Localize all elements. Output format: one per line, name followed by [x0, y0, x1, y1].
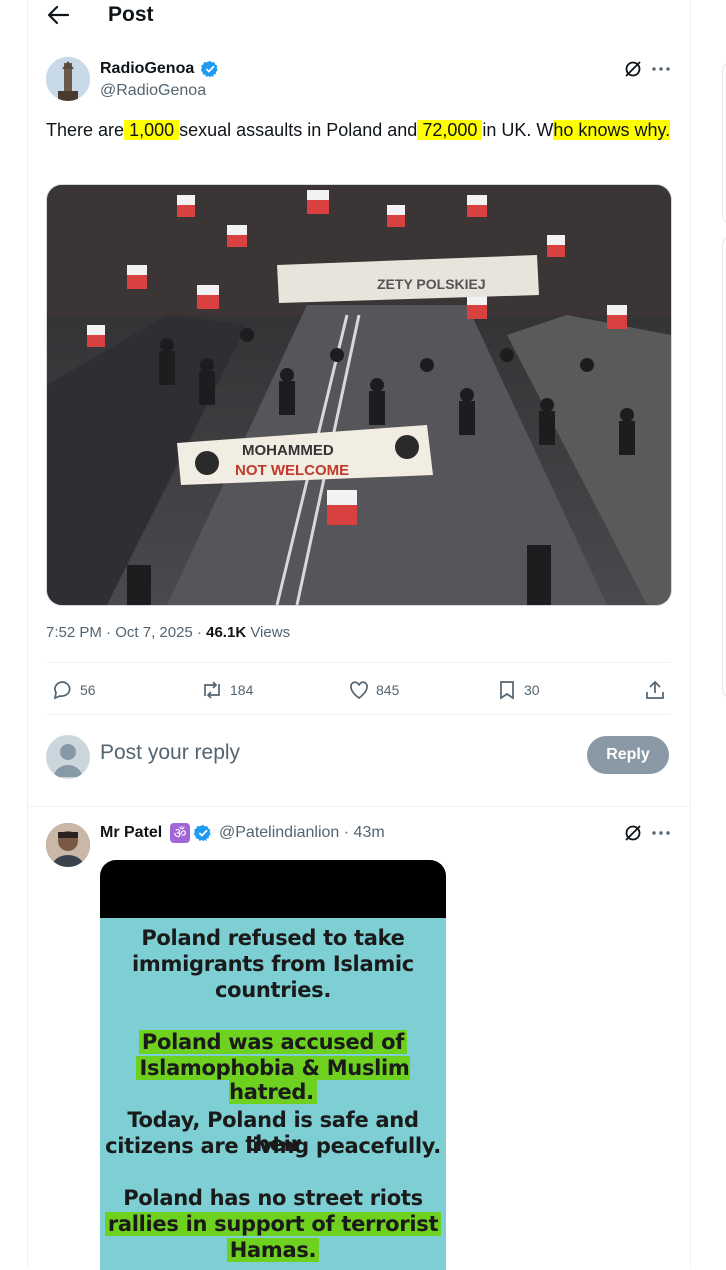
bookmark-count: 30: [524, 682, 540, 698]
image-text-line: Islamophobia & Muslim hatred.: [100, 1056, 446, 1104]
reply-author-name[interactable]: Mr Patel: [100, 824, 162, 842]
image-banner-main: MOHAMMED: [242, 442, 334, 459]
avatar[interactable]: [46, 57, 90, 101]
post-time[interactable]: 7:52 PM: [46, 624, 102, 641]
reply-input[interactable]: Post your reply: [100, 741, 240, 765]
sidebar-card-edge: [722, 62, 726, 224]
reply-count: 56: [80, 682, 96, 698]
reply-author-avatar[interactable]: [46, 823, 90, 867]
image-text-line: Poland was accused of: [100, 1030, 446, 1054]
divider: [28, 806, 690, 807]
image-text-line: countries.: [214, 978, 332, 1002]
repost-icon: [204, 681, 220, 699]
grok-icon[interactable]: [622, 822, 644, 844]
post-text-highlight: ho knows why.: [553, 120, 671, 140]
sidebar-card-edge: [722, 236, 726, 698]
verified-badge-icon: [201, 60, 218, 78]
image-banner-top: ZETY POLSKIEJ: [377, 276, 486, 292]
post-text-highlight: 1,000: [124, 120, 180, 140]
post-text-part: There are: [46, 120, 125, 140]
divider: [46, 714, 670, 715]
views-label: Views: [250, 624, 291, 641]
reply-button[interactable]: Reply: [587, 736, 669, 774]
verified-badge-icon: [194, 824, 211, 842]
post-image[interactable]: ZETY POLSKIEJ MOHAMMED NOT WELCOME: [46, 184, 672, 606]
repost-count: 184: [230, 682, 254, 698]
post-meta: 7:52 PM · Oct 7, 2025 · 46.1K Views: [46, 624, 291, 641]
author-name[interactable]: RadioGenoa: [100, 60, 194, 78]
divider: [46, 662, 670, 663]
image-text-line: rallies in support of terrorist: [100, 1212, 446, 1236]
image-text-line: citizens are living peacefully.: [105, 1134, 441, 1158]
views-count: 46.1K: [206, 624, 247, 641]
image-text-line: Poland refused to take: [141, 926, 405, 950]
reply-author-handle: @Patelindianlion · 43m: [219, 824, 385, 841]
reply-image-panel: Poland refused to take immigrants from I…: [100, 918, 446, 1270]
reply-image[interactable]: Poland refused to take immigrants from I…: [100, 860, 446, 1270]
share-icon: [646, 680, 664, 699]
like-count: 845: [376, 682, 400, 698]
bookmark-icon: [500, 681, 514, 700]
share-action[interactable]: [644, 678, 666, 702]
user-avatar[interactable]: [46, 735, 90, 779]
heart-icon: [350, 681, 368, 700]
bookmark-action[interactable]: 30: [496, 678, 540, 702]
image-text-line: Hamas.: [100, 1238, 446, 1262]
grok-icon[interactable]: [622, 58, 644, 80]
author-handle[interactable]: @RadioGenoa: [100, 82, 206, 100]
post-text-part: sexual assaults in Poland and: [179, 120, 418, 140]
om-badge-icon: ॐ: [170, 823, 190, 843]
main-column: Post RadioGenoa @RadioGenoa There are 1,…: [27, 0, 691, 1270]
page-title: Post: [108, 3, 154, 26]
arrow-left-icon[interactable]: [46, 5, 70, 25]
top-bar: Post: [28, 0, 690, 32]
repost-action[interactable]: 184: [200, 678, 253, 702]
post-text-part: in UK. W: [482, 120, 554, 140]
post-date[interactable]: Oct 7, 2025: [115, 624, 193, 641]
comment-icon: [53, 681, 71, 700]
post-text-highlight: 72,000: [417, 120, 483, 140]
like-action[interactable]: 845: [348, 678, 399, 702]
image-text-line: immigrants from Islamic: [132, 952, 414, 976]
reply-action[interactable]: 56: [52, 678, 96, 702]
more-icon[interactable]: [650, 822, 672, 844]
more-icon[interactable]: [650, 58, 672, 80]
image-banner-sub: NOT WELCOME: [235, 462, 349, 479]
post-text: There are 1,000 sexual assaults in Polan…: [46, 116, 676, 144]
